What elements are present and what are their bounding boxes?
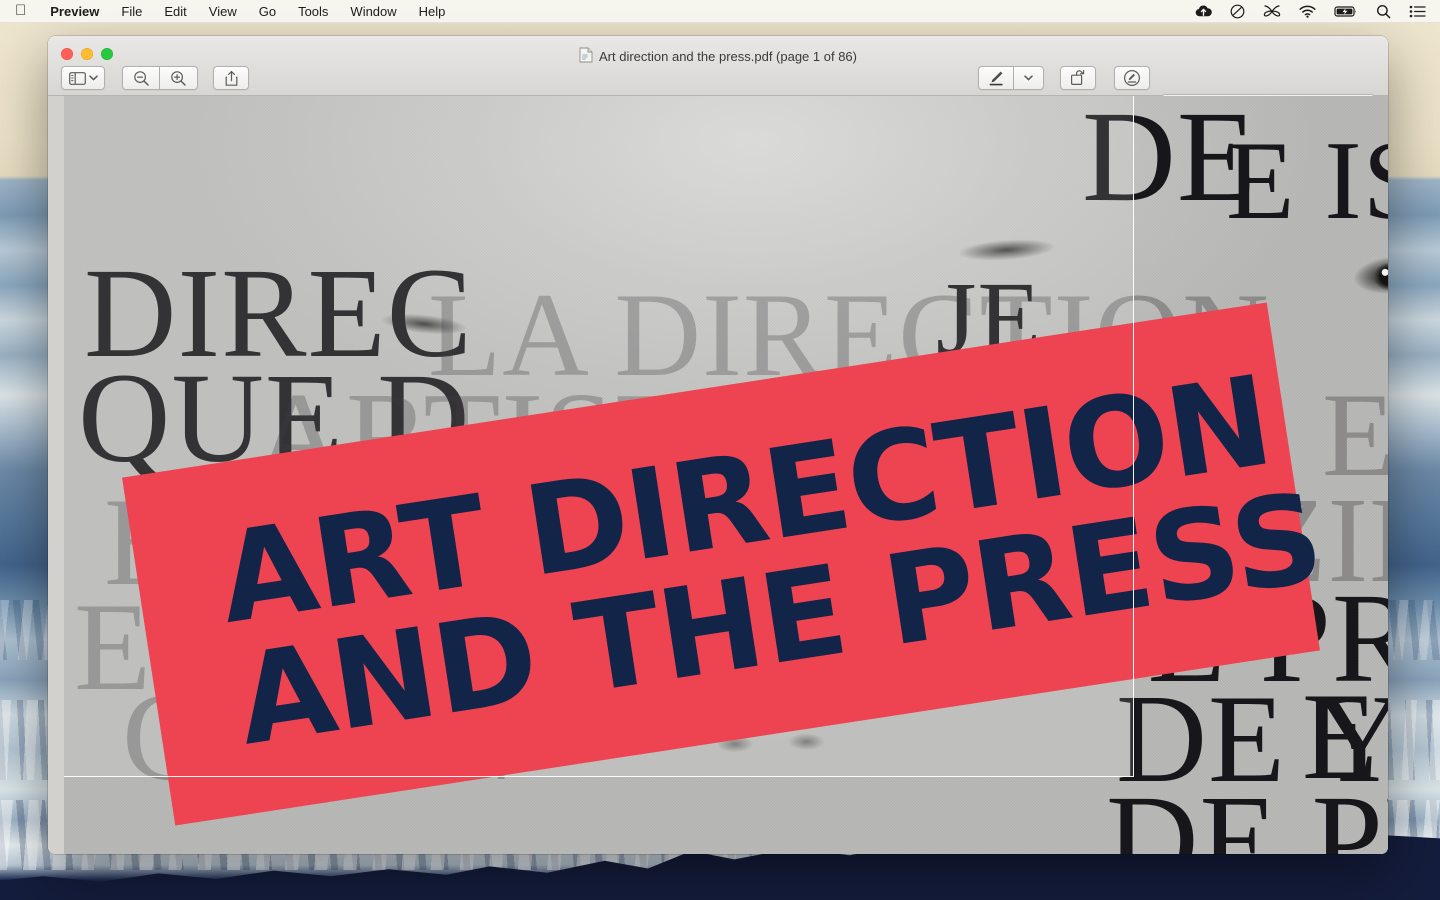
menu-item-tools[interactable]: Tools	[287, 4, 339, 19]
menu-item-help[interactable]: Help	[408, 4, 457, 19]
window-controls	[61, 48, 113, 60]
apple-menu-icon[interactable]: 	[0, 3, 39, 18]
marker-circle-icon	[1123, 69, 1141, 87]
sidebar-toggle-button[interactable]	[61, 66, 105, 90]
menu-item-go[interactable]: Go	[248, 4, 287, 19]
cloud-upload-icon[interactable]	[1186, 4, 1221, 18]
rotate-button[interactable]	[1060, 66, 1096, 90]
chevron-down-icon	[88, 75, 98, 81]
rotate-left-icon	[1070, 70, 1087, 86]
window-toolbar	[48, 64, 1388, 118]
annotate-button[interactable]	[1114, 66, 1150, 90]
zoom-button[interactable]	[101, 48, 113, 60]
menu-item-preview[interactable]: Preview	[39, 4, 110, 19]
control-center-icon[interactable]	[1400, 5, 1440, 18]
cover-type-fragment: E IS	[1226, 119, 1388, 243]
menu-item-file[interactable]: File	[110, 4, 153, 19]
share-icon	[224, 70, 239, 87]
zoom-in-button[interactable]	[160, 66, 198, 90]
magnifier-minus-icon	[133, 70, 150, 87]
menu-bar:  Preview File Edit View Go Tools Window…	[0, 0, 1440, 23]
do-not-disturb-icon[interactable]	[1221, 4, 1254, 19]
cover-type-fragment: E PR	[1322, 368, 1388, 501]
zoom-out-button[interactable]	[122, 66, 160, 90]
window-title-text: Art direction and the press.pdf (page 1 …	[599, 49, 857, 64]
pen-icon	[988, 70, 1004, 87]
pdf-page: DIRECQUE DLA DIRECTIONJEDEE ISARTISTIQE …	[64, 96, 1388, 854]
minimize-button[interactable]	[81, 48, 93, 60]
spotlight-search-icon[interactable]	[1367, 4, 1400, 19]
sidebar-icon	[68, 71, 86, 85]
close-button[interactable]	[61, 48, 73, 60]
markup-pen-button[interactable]	[978, 66, 1014, 90]
page-boundary-horizontal	[64, 776, 1134, 777]
menu-item-view[interactable]: View	[198, 4, 248, 19]
window-titlebar[interactable]: Art direction and the press.pdf (page 1 …	[48, 36, 1388, 118]
pdf-content-area[interactable]: DIRECQUE DLA DIRECTIONJEDEE ISARTISTIQE …	[48, 96, 1388, 854]
photo-eye	[1333, 240, 1388, 310]
magnifier-plus-icon	[170, 70, 187, 87]
share-button[interactable]	[213, 66, 249, 90]
menu-item-edit[interactable]: Edit	[153, 4, 197, 19]
battery-charging-icon[interactable]	[1325, 5, 1367, 18]
menu-item-window[interactable]: Window	[339, 4, 407, 19]
preview-window: Art direction and the press.pdf (page 1 …	[48, 36, 1388, 854]
page-boundary-vertical	[1133, 96, 1134, 776]
chevron-down-icon	[1024, 75, 1033, 81]
wifi-icon[interactable]	[1290, 5, 1325, 18]
cover-type-fragment: DE PR	[1106, 769, 1388, 854]
markup-options-dropdown[interactable]	[1014, 66, 1044, 90]
bluetooth-icon[interactable]	[1254, 4, 1290, 18]
